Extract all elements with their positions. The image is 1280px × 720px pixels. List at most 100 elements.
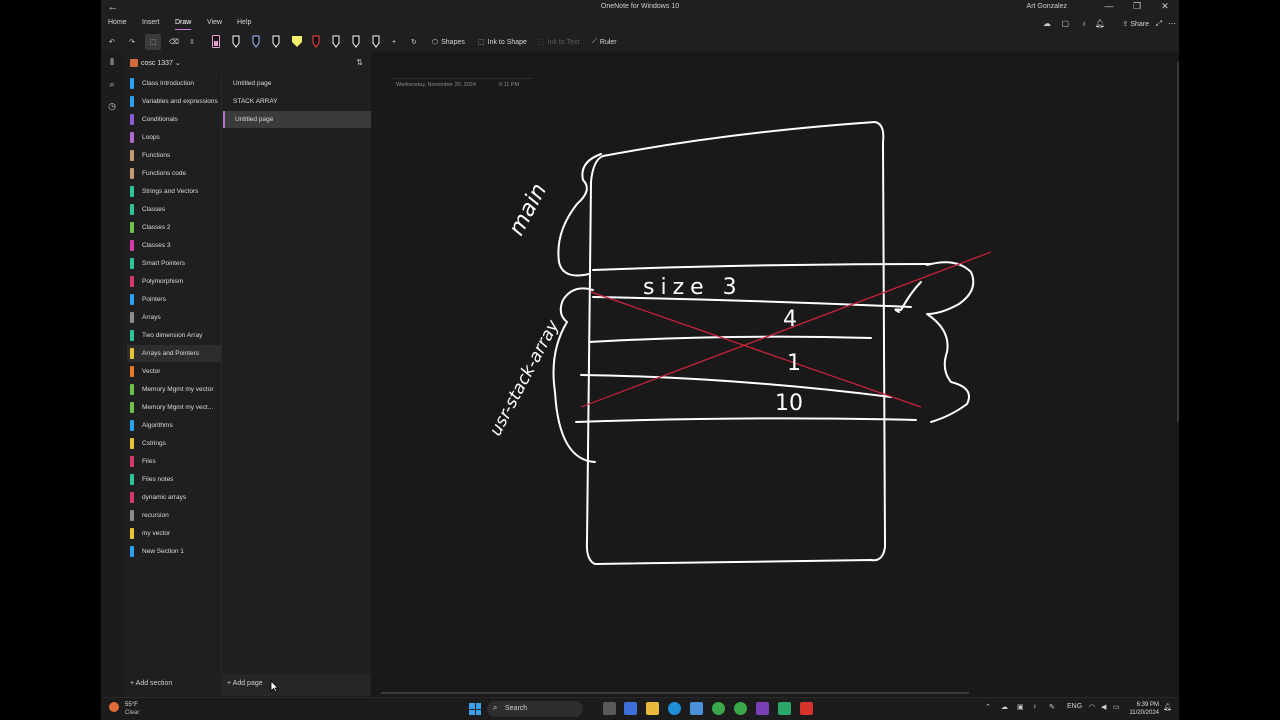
system-clock[interactable]: 6:39 PM 11/20/2024 xyxy=(1129,701,1159,717)
search-icon[interactable]: ⌕ xyxy=(106,79,118,90)
horizontal-scrollbar[interactable] xyxy=(381,692,969,694)
battery-icon[interactable]: ▭ xyxy=(1113,703,1120,711)
section-item[interactable]: New Section 1 xyxy=(127,543,221,560)
tray-chevron-icon[interactable]: ⌃ xyxy=(985,703,991,711)
add-page-button[interactable]: + Add page xyxy=(227,680,263,687)
maximize-icon[interactable]: ❐ xyxy=(1125,1,1149,12)
highlighter-icon[interactable] xyxy=(291,35,303,48)
section-item[interactable]: Two dimension Array xyxy=(127,327,221,344)
tab-home[interactable]: Home xyxy=(108,19,127,26)
section-item[interactable]: Classes 2 xyxy=(127,219,221,236)
browser-icon[interactable] xyxy=(734,702,747,715)
volume-icon[interactable]: ◀ xyxy=(1101,703,1106,711)
recent-notes-icon[interactable]: ◷ xyxy=(106,101,118,112)
wifi-icon[interactable]: ◠ xyxy=(1089,703,1095,711)
notification-bell-icon[interactable]: 🔔︎ xyxy=(1163,703,1172,711)
add-space-icon[interactable]: ⇳ xyxy=(189,34,195,50)
section-item[interactable]: Memory Mgmt my vect... xyxy=(127,399,221,416)
add-section-button[interactable]: + Add section xyxy=(130,680,172,687)
microphone-icon[interactable]: ♪ xyxy=(1033,703,1037,710)
vertical-scrollbar[interactable] xyxy=(1177,62,1179,422)
file-explorer-icon[interactable] xyxy=(646,702,659,715)
section-item[interactable]: recursion xyxy=(127,507,221,524)
tray-app-icon[interactable]: ▣ xyxy=(1017,703,1024,711)
section-item[interactable]: dynamic arrays xyxy=(127,489,221,506)
section-item[interactable]: Functions code xyxy=(127,165,221,182)
section-item[interactable]: Cstrings xyxy=(127,435,221,452)
section-item[interactable]: Vector xyxy=(127,363,221,380)
notes-icon[interactable]: ▢ xyxy=(1061,19,1069,28)
chrome-icon[interactable] xyxy=(712,702,725,715)
ink-to-shape-button[interactable]: ⬚ Ink to Shape xyxy=(478,34,527,50)
ink-to-text-button[interactable]: ⬚ Ink to Text xyxy=(538,34,579,50)
eraser-icon[interactable]: ⌫ xyxy=(169,34,179,50)
page-item[interactable]: Untitled page xyxy=(223,75,372,92)
ink-drawing[interactable]: main size 3 4 1 10 usr-stack-array xyxy=(371,52,1179,697)
copilot-icon[interactable] xyxy=(624,702,637,715)
share-button[interactable]: ⇪ Share xyxy=(1123,20,1150,28)
start-button[interactable] xyxy=(469,703,481,715)
section-item[interactable]: Files xyxy=(127,453,221,470)
section-item[interactable]: Variables and expressions xyxy=(127,93,221,110)
sort-icon[interactable]: ⇅ xyxy=(356,58,363,67)
page-item[interactable]: Untitled page xyxy=(223,111,372,128)
section-item[interactable]: Strings and Vectors xyxy=(127,183,221,200)
taskbar-search[interactable]: ⌕ Search xyxy=(487,701,583,717)
minimize-icon[interactable]: — xyxy=(1097,1,1121,11)
pen-tray-icon[interactable]: ✎ xyxy=(1049,703,1055,711)
section-item[interactable]: my vector xyxy=(127,525,221,542)
tab-view[interactable]: View xyxy=(207,19,222,26)
shapes-button[interactable]: ⬡ Shapes xyxy=(432,34,465,50)
section-item[interactable]: Classes 3 xyxy=(127,237,221,254)
app-icon[interactable] xyxy=(778,702,791,715)
notebooks-icon[interactable]: ⫴ xyxy=(106,57,118,68)
ink-replay-icon[interactable]: ↻ xyxy=(411,34,417,50)
section-item[interactable]: Class Introduction xyxy=(127,75,221,92)
section-item[interactable]: Loops xyxy=(127,129,221,146)
lightbulb-icon[interactable]: ♁ xyxy=(1081,19,1087,28)
tab-insert[interactable]: Insert xyxy=(142,19,160,26)
section-item[interactable]: Conditionals xyxy=(127,111,221,128)
bell-icon[interactable]: 🔔︎ xyxy=(1095,19,1105,28)
pen-7-icon[interactable] xyxy=(352,35,360,48)
account-name[interactable]: Art Gonzalez xyxy=(1027,3,1067,10)
pen-1-icon[interactable] xyxy=(212,35,220,48)
tab-draw[interactable]: Draw xyxy=(175,19,192,30)
pen-3-icon[interactable] xyxy=(252,35,260,48)
onenote-taskbar-icon[interactable] xyxy=(756,702,769,715)
section-item[interactable]: Smart Pointers xyxy=(127,255,221,272)
lasso-select-icon[interactable]: ⬚ xyxy=(145,34,161,50)
section-item[interactable]: Arrays xyxy=(127,309,221,326)
pen-5-icon[interactable] xyxy=(312,35,320,48)
section-item[interactable]: Files notes xyxy=(127,471,221,488)
close-icon[interactable]: ✕ xyxy=(1153,1,1177,12)
section-item[interactable]: Arrays and Pointers xyxy=(127,345,221,362)
task-view-icon[interactable] xyxy=(603,702,616,715)
section-item[interactable]: Polymorphism xyxy=(127,273,221,290)
pen-8-icon[interactable] xyxy=(372,35,380,48)
notebook-header[interactable]: cosc 1337 ⌄ ⇅ xyxy=(123,55,371,72)
notebook-name[interactable]: cosc 1337 ⌄ xyxy=(141,59,181,67)
language-indicator[interactable]: ENG xyxy=(1067,703,1082,710)
store-icon[interactable] xyxy=(690,702,703,715)
section-item[interactable]: Memory Mgmt my vector xyxy=(127,381,221,398)
tab-help[interactable]: Help xyxy=(237,19,251,26)
section-item[interactable]: Algorithms xyxy=(127,417,221,434)
more-options-icon[interactable]: ⋯ xyxy=(1168,19,1176,28)
add-pen-icon[interactable]: + xyxy=(392,34,396,50)
recorder-icon[interactable] xyxy=(800,702,813,715)
pen-4-icon[interactable] xyxy=(272,35,280,48)
onedrive-icon[interactable]: ☁ xyxy=(1001,703,1008,711)
sync-icon[interactable]: ☁ xyxy=(1043,19,1051,28)
section-item[interactable]: Functions xyxy=(127,147,221,164)
pen-2-icon[interactable] xyxy=(232,35,240,48)
page-item[interactable]: STACK ARRAY xyxy=(223,93,372,110)
undo-icon[interactable]: ↶ xyxy=(109,34,115,50)
note-canvas[interactable]: Wednesday, November 20, 2024 6:11 PM mai… xyxy=(371,52,1179,697)
section-item[interactable]: Classes xyxy=(127,201,221,218)
expand-icon[interactable]: ⤢ xyxy=(1156,19,1162,29)
edge-icon[interactable] xyxy=(668,702,681,715)
ruler-button[interactable]: ⟋ Ruler xyxy=(592,34,617,50)
section-item[interactable]: Pointers xyxy=(127,291,221,308)
redo-icon[interactable]: ↷ xyxy=(129,34,135,50)
